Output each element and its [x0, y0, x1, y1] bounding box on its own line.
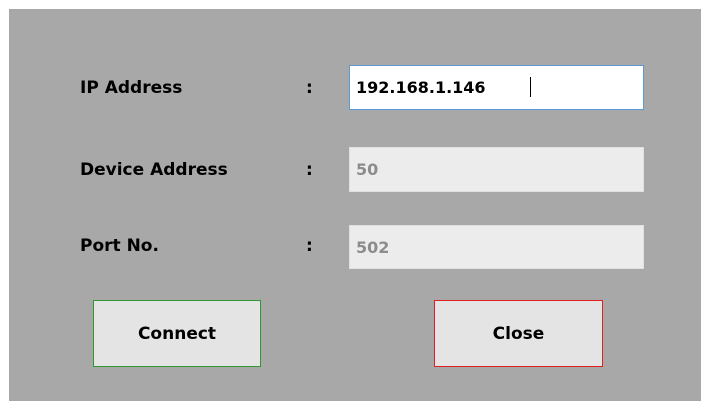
connect-button[interactable]: Connect	[93, 300, 261, 367]
port-no-colon: :	[306, 236, 313, 256]
device-address-label: Device Address	[80, 160, 228, 180]
device-address-input[interactable]	[349, 147, 644, 192]
connection-dialog: IP Address : Device Address : Port No. :…	[9, 9, 701, 401]
close-button[interactable]: Close	[434, 300, 603, 367]
text-caret	[530, 77, 531, 97]
ip-address-input[interactable]	[349, 65, 644, 110]
ip-address-label: IP Address	[80, 78, 183, 98]
ip-address-colon: :	[306, 78, 313, 98]
port-no-input[interactable]	[349, 225, 644, 269]
device-address-colon: :	[306, 160, 313, 180]
port-no-label: Port No.	[80, 236, 159, 256]
